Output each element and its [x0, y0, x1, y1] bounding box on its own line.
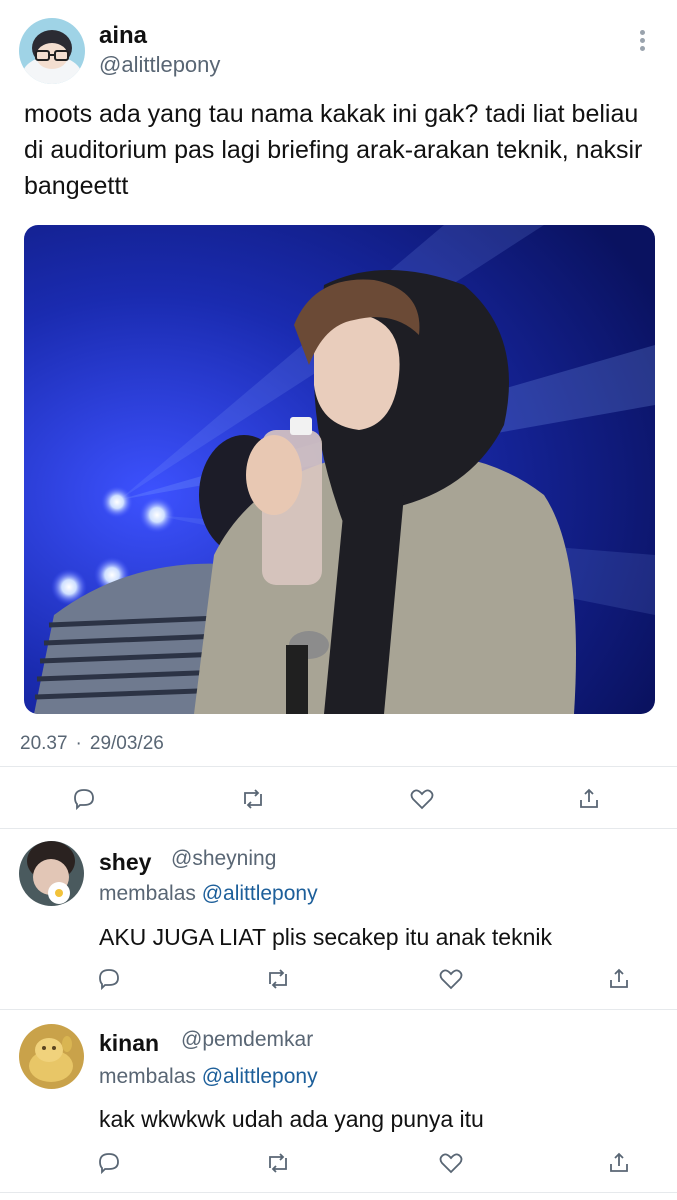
more-options-icon[interactable] [630, 30, 654, 56]
reply-icon[interactable] [71, 786, 97, 812]
replying-mention[interactable]: @alittlepony [202, 1065, 318, 1088]
meta-separator: · [75, 733, 82, 754]
like-icon[interactable] [438, 966, 464, 992]
like-icon[interactable] [409, 786, 435, 812]
replying-to: membalas @alittlepony [99, 1065, 318, 1089]
reply-author-avatar[interactable] [19, 841, 84, 906]
tweet-time: 20.37 [20, 733, 68, 754]
like-icon[interactable] [438, 1150, 464, 1176]
tweet-date: 29/03/26 [89, 733, 164, 754]
replying-to: membalas @alittlepony [99, 882, 318, 906]
reply-tweet: kinan @pemdemkar membalas @alittlepony k… [0, 1010, 677, 1195]
retweet-icon[interactable] [264, 966, 290, 992]
retweet-icon[interactable] [239, 786, 265, 812]
author-handle[interactable]: @alittlepony [99, 52, 220, 78]
tweet-timestamp[interactable]: 20.37 · 29/03/26 [20, 733, 164, 755]
tweet-photo[interactable] [24, 225, 655, 714]
author-name[interactable]: aina [99, 22, 147, 50]
reply-author-name[interactable]: kinan [99, 1030, 159, 1057]
main-tweet: aina @alittlepony moots ada yang tau nam… [0, 0, 677, 829]
author-avatar[interactable] [19, 18, 85, 84]
reply-author-avatar[interactable] [19, 1024, 84, 1089]
reply-tweet: shey @sheyning membalas @alittlepony AKU… [0, 829, 677, 1010]
share-icon[interactable] [576, 786, 602, 812]
reply-author-handle[interactable]: @pemdemkar [181, 1028, 313, 1052]
replying-mention[interactable]: @alittlepony [202, 882, 318, 905]
reply-author-handle[interactable]: @sheyning [171, 847, 276, 871]
reply-text: kak wkwkwk udah ada yang punya itu [99, 1106, 484, 1132]
replying-prefix: membalas [99, 1065, 196, 1088]
reply-text: AKU JUGA LIAT plis secakep itu anak tekn… [99, 924, 552, 950]
share-icon[interactable] [606, 1150, 632, 1176]
reply-icon[interactable] [96, 1150, 122, 1176]
share-icon[interactable] [606, 966, 632, 992]
reply-icon[interactable] [96, 966, 122, 992]
divider [0, 1192, 677, 1193]
reply-author-name[interactable]: shey [99, 849, 151, 876]
replying-prefix: membalas [99, 882, 196, 905]
tweet-text: moots ada yang tau nama kakak ini gak? t… [24, 100, 643, 200]
retweet-icon[interactable] [264, 1150, 290, 1176]
divider [0, 766, 677, 767]
